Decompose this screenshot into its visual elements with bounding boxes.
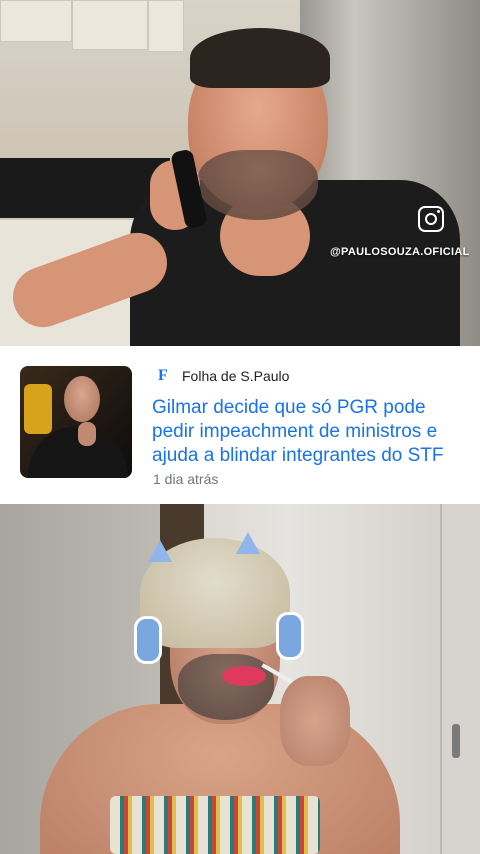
- news-thumbnail: [20, 366, 132, 478]
- cat-ear-left: [148, 540, 172, 562]
- thumbnail-face: [64, 376, 100, 422]
- publisher-logo-icon: F: [158, 367, 168, 384]
- top-video-frame: @PAULOSOUZA.OFICIAL: [0, 0, 480, 346]
- person-hair: [190, 28, 330, 88]
- thumbnail-hand: [78, 422, 96, 446]
- kitchen-cabinet: [148, 0, 184, 52]
- news-headline[interactable]: Gilmar decide que só PGR pode pedir impe…: [152, 396, 464, 468]
- person-beard: [178, 654, 274, 720]
- person-lips: [222, 666, 266, 686]
- thumbnail-chair: [24, 384, 52, 434]
- right-door: [440, 504, 480, 854]
- news-card[interactable]: F Folha de S.Paulo Gilmar decide que só …: [0, 346, 480, 504]
- cat-ear-right: [236, 532, 260, 554]
- instagram-handle: @PAULOSOUZA.OFICIAL: [330, 246, 470, 258]
- headphone-right: [276, 612, 304, 660]
- news-timestamp: 1 dia atrás: [153, 471, 219, 487]
- kitchen-cabinet: [0, 0, 72, 42]
- patterned-wrap: [110, 796, 320, 854]
- bottom-video-frame: [0, 504, 480, 854]
- instagram-icon: [418, 206, 444, 232]
- headphone-left: [134, 616, 162, 664]
- person-beard: [198, 150, 318, 220]
- person-hand: [280, 676, 350, 766]
- publisher-name: Folha de S.Paulo: [182, 368, 290, 384]
- door-lock: [452, 724, 460, 758]
- kitchen-cabinet: [72, 0, 148, 50]
